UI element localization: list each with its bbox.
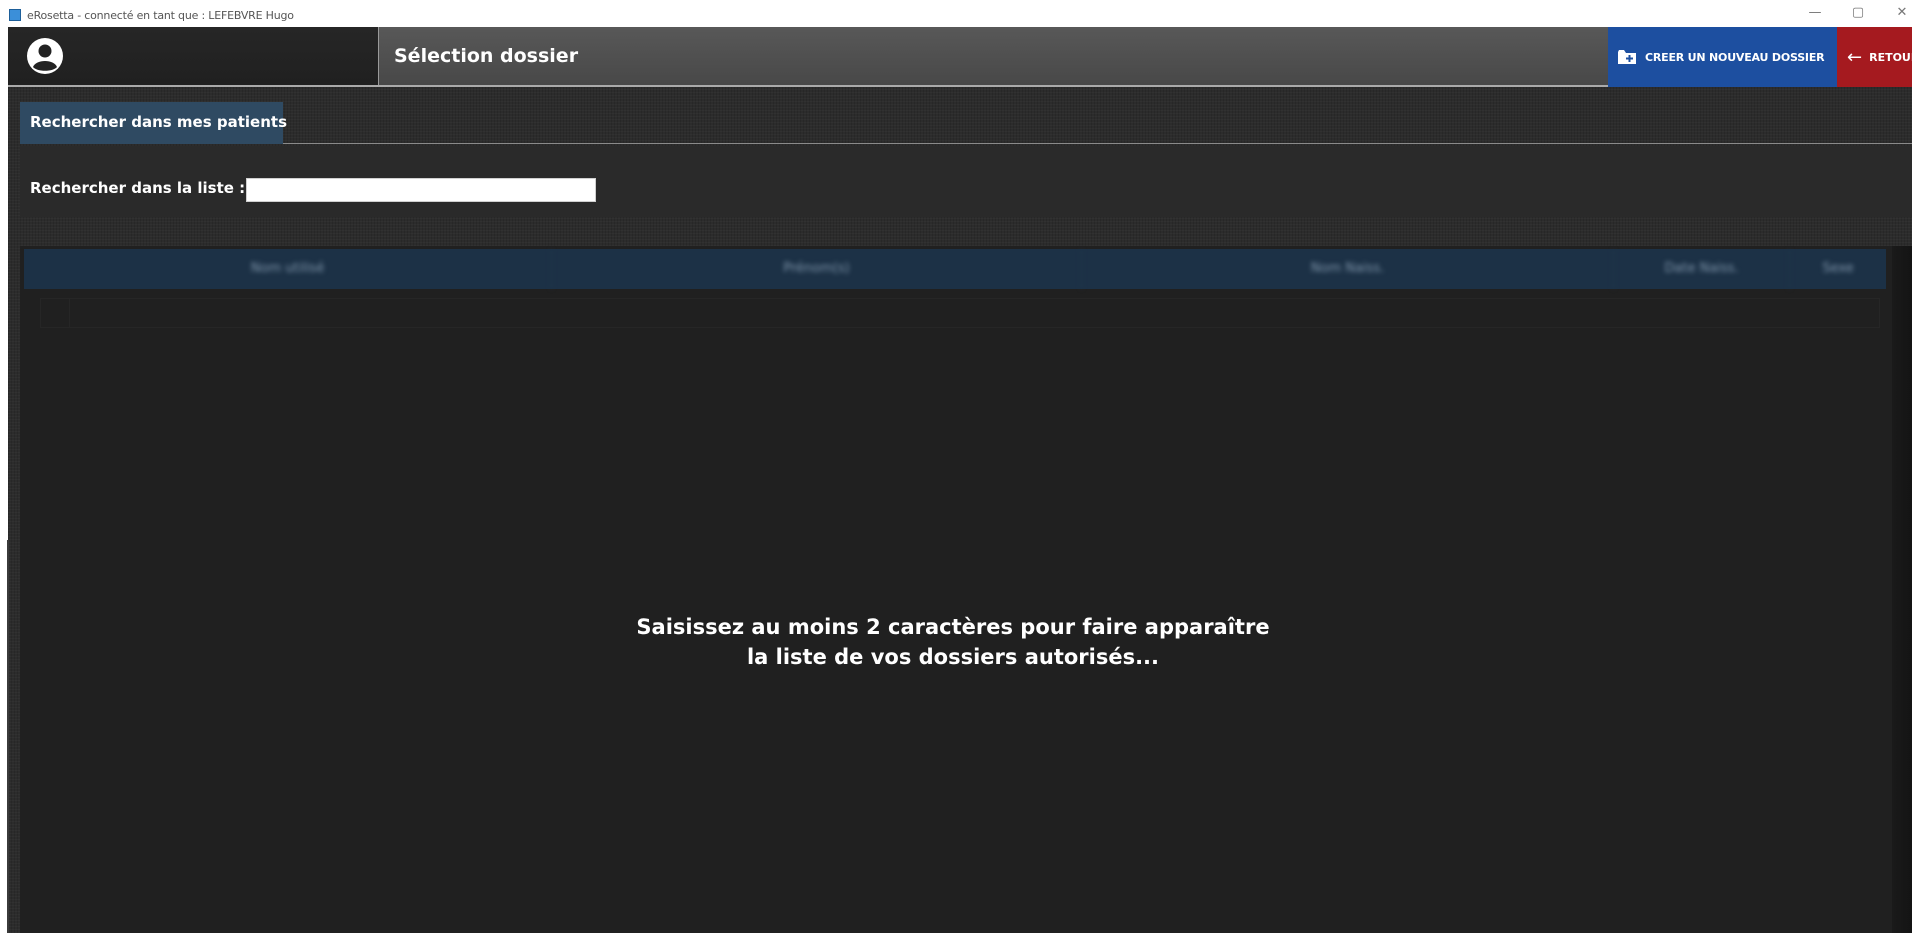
column-header-prenoms[interactable]: Prénom(s) <box>552 249 1082 289</box>
create-new-folder-button[interactable]: CREER UN NOUVEAU DOSSIER <box>1608 27 1837 87</box>
close-icon[interactable]: ✕ <box>1892 5 1912 20</box>
search-input[interactable] <box>246 178 596 202</box>
back-button[interactable]: ← RETOUR <box>1837 27 1912 87</box>
column-header-nom-naissance[interactable]: Nom Naiss. <box>1082 249 1614 289</box>
window-title: eRosetta - connecté en tant que : LEFEBV… <box>27 9 294 22</box>
table-cell <box>41 299 70 327</box>
app-icon <box>9 9 21 21</box>
column-header-sexe[interactable]: Sexe <box>1790 249 1886 289</box>
maximize-icon[interactable]: ▢ <box>1848 5 1868 20</box>
page-title: Sélection dossier <box>394 45 579 67</box>
empty-list-message: Saisissez au moins 2 caractères pour fai… <box>20 612 1886 672</box>
table-header: Nom utilisé Prénom(s) Nom Naiss. Date Na… <box>24 249 1886 289</box>
column-header-date-naissance[interactable]: Date Naiss. <box>1614 249 1790 289</box>
empty-message-line-2: la liste de vos dossiers autorisés... <box>746 645 1160 669</box>
patients-table: Nom utilisé Prénom(s) Nom Naiss. Date Na… <box>20 246 1912 933</box>
table-scrollbar-area[interactable] <box>1892 246 1912 933</box>
table-row <box>40 298 1880 328</box>
column-header-nom-utilise[interactable]: Nom utilisé <box>24 249 552 289</box>
tab-divider <box>283 143 1912 144</box>
folder-plus-icon <box>1618 50 1636 64</box>
tab-search-my-patients[interactable]: Rechercher dans mes patients <box>20 102 287 144</box>
header-user-pane <box>8 27 379 85</box>
user-avatar-icon[interactable] <box>26 37 64 75</box>
minimize-icon[interactable]: — <box>1805 5 1825 20</box>
window-titlebar: eRosetta - connecté en tant que : LEFEBV… <box>0 0 1912 27</box>
window-left-edge <box>7 540 9 933</box>
search-panel: Rechercher dans la liste : <box>20 146 1912 217</box>
create-new-folder-label: CREER UN NOUVEAU DOSSIER <box>1645 50 1825 64</box>
arrow-left-icon: ← <box>1847 46 1863 68</box>
search-label: Rechercher dans la liste : <box>30 179 246 197</box>
back-label: RETOUR <box>1869 50 1912 64</box>
app-header: Sélection dossier CREER UN NOUVEAU DOSSI… <box>8 27 1912 87</box>
app-window: Sélection dossier CREER UN NOUVEAU DOSSI… <box>8 27 1912 933</box>
empty-message-line-1: Saisissez au moins 2 caractères pour fai… <box>636 615 1270 639</box>
